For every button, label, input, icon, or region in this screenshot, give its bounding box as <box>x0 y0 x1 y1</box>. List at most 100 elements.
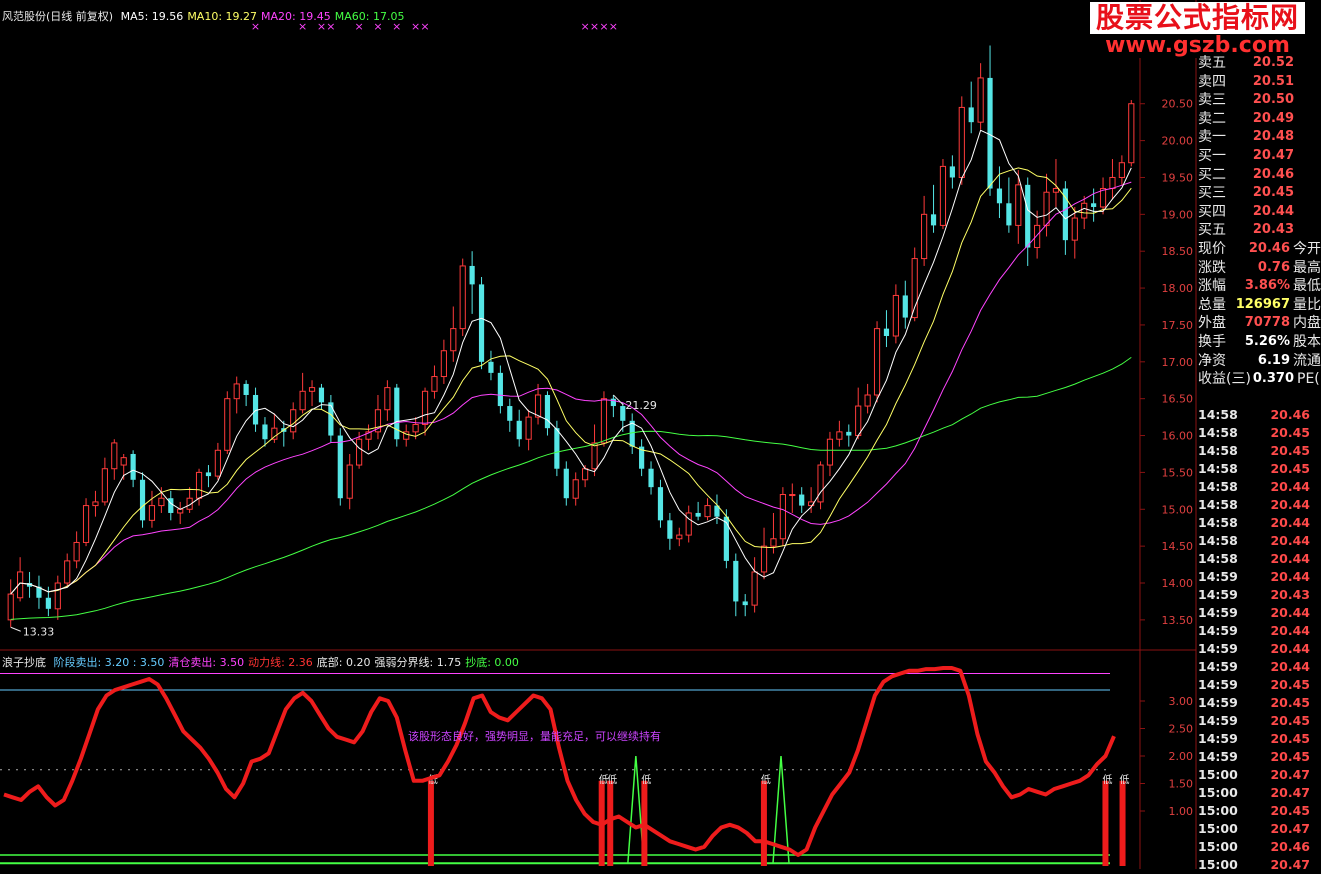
candle-body <box>939 165 947 226</box>
quote-value: 5.26% <box>1244 333 1290 349</box>
quote-label: 卖三 <box>1198 92 1226 109</box>
candle-body <box>214 449 221 477</box>
candle-body <box>855 405 862 437</box>
indicator-panel: 低低低低低低低该股形态良好，强势明显，量能充足，可以继续持有 <box>0 666 1130 866</box>
quote-value: 20.46 <box>1248 240 1290 256</box>
candle-body <box>299 390 306 411</box>
candle-body <box>751 571 758 606</box>
candle-body <box>930 214 937 226</box>
trade-time: 14:58 <box>1198 497 1238 512</box>
quote-panel: 卖五 20.52 卖四 20.51 卖三 20.50 卖二 20.49 卖一 20.48 买一 20.… <box>1198 54 1321 389</box>
candle-body <box>459 265 466 330</box>
y-tick-label: 19.50 <box>1162 171 1194 184</box>
quote-label: 买二 <box>1198 166 1226 183</box>
trade-price: 20.47 <box>1270 857 1310 872</box>
candle-body <box>629 420 635 447</box>
quote-row: 涨跌 0.76 最高 <box>1198 259 1321 278</box>
trade-time: 14:59 <box>1198 731 1238 746</box>
trade-time: 14:58 <box>1198 461 1238 476</box>
candle-body <box>1052 188 1060 193</box>
candle-body <box>394 387 400 440</box>
quote-value: 3.86% <box>1244 278 1290 294</box>
quote-value: 20.49 <box>1252 110 1294 126</box>
trade-price: 20.46 <box>1270 407 1310 422</box>
candle-body <box>836 431 843 440</box>
stock-chart: 13.50 14.00 14.50 15.00 15.50 16.00 16.50 17.00… <box>0 0 1197 869</box>
candle-body <box>996 188 1003 204</box>
quote-label: 换手 <box>1198 333 1226 350</box>
trade-price: 20.47 <box>1270 821 1310 836</box>
bottom-signal-label: 低 <box>1120 773 1130 786</box>
quote-extra-label: 内盘 <box>1293 315 1321 332</box>
candle-body <box>949 166 955 178</box>
price-annotation: 13.33 <box>23 625 55 638</box>
y-tick-label: 15.50 <box>1162 466 1194 479</box>
quote-row: 买四 20.44 <box>1198 203 1321 222</box>
candle-body <box>554 428 560 469</box>
candle-body <box>478 284 485 362</box>
bottom-signal-label: 低 <box>607 773 617 786</box>
trade-row: 14:59 20.45 <box>1198 712 1321 730</box>
quote-label: 现价 <box>1198 240 1226 257</box>
candle-body <box>1043 191 1050 226</box>
trade-time: 14:58 <box>1198 515 1238 530</box>
candle-body <box>195 471 203 499</box>
bottom-signal-bar <box>607 780 614 866</box>
quote-row: 涨幅 3.86% 最低 <box>1198 277 1321 296</box>
candle-body <box>846 431 852 436</box>
quote-row: 换手 5.26% 股本 <box>1198 333 1321 352</box>
trade-price: 20.44 <box>1270 659 1310 674</box>
trade-row: 14:58 20.44 <box>1198 550 1321 568</box>
candle-body <box>1128 103 1135 164</box>
quote-row: 买一 20.47 <box>1198 147 1321 166</box>
quote-value: 20.43 <box>1252 222 1294 238</box>
candle-body <box>676 534 683 540</box>
candle-body <box>610 398 616 407</box>
trade-row: 14:58 20.44 <box>1198 478 1321 496</box>
y-tick-label: 15.00 <box>1162 503 1194 516</box>
legend-item: 强弱分界线: 1.75 <box>374 656 462 669</box>
signal-marker: × <box>599 20 608 33</box>
trade-row: 15:00 20.47 <box>1198 766 1321 784</box>
candle-body <box>168 498 174 513</box>
quote-value: 0.76 <box>1257 259 1290 275</box>
candle-body <box>657 487 664 521</box>
candle-body <box>733 560 739 602</box>
quote-value: 20.45 <box>1252 185 1294 201</box>
candle-body <box>648 468 654 488</box>
trade-row: 14:58 20.45 <box>1198 460 1321 478</box>
trade-row: 14:58 20.45 <box>1198 424 1321 442</box>
trade-time: 14:58 <box>1198 551 1238 566</box>
quote-row: 卖四 20.51 <box>1198 73 1321 92</box>
candle-body <box>582 468 589 481</box>
stock-name-label: 风范股份(日线 前复权) <box>2 10 114 23</box>
candle-body <box>525 416 532 440</box>
candle-body <box>431 376 438 392</box>
quote-value: 6.19 <box>1257 352 1290 368</box>
quote-row: 买三 20.45 <box>1198 184 1321 203</box>
candle-body <box>7 593 14 621</box>
bottom-signal-bar <box>1119 780 1126 866</box>
trade-time: 14:58 <box>1198 479 1238 494</box>
price-legend: 风范股份(日线 前复权) MA5: 19.56 MA10: 19.27 MA20: … <box>2 8 412 24</box>
bottom-signal-bar <box>1102 780 1109 866</box>
quote-row: 总量 126967 量比 <box>1198 296 1321 315</box>
candle-body <box>516 420 522 440</box>
quote-label: 卖五 <box>1198 55 1226 71</box>
quote-extra-label: PE( <box>1297 371 1320 388</box>
y-tick-label: 1.50 <box>1169 778 1194 791</box>
candle-body <box>873 328 881 396</box>
candle-body <box>1071 217 1078 241</box>
candle-body <box>1118 162 1125 178</box>
bottom-signal-bar <box>427 780 434 866</box>
quote-label: 买四 <box>1198 203 1226 220</box>
trade-price: 20.44 <box>1270 515 1310 530</box>
y-tick-label: 18.00 <box>1162 282 1194 295</box>
quote-extra-label: 最低 <box>1293 278 1321 295</box>
trade-price: 20.46 <box>1270 839 1310 854</box>
quote-value: 20.51 <box>1252 73 1294 89</box>
trade-time: 14:59 <box>1198 587 1238 602</box>
candle-body <box>158 497 165 507</box>
price-annotation: 21.29 <box>625 399 657 412</box>
legend-item: 阶段卖出: 3.20 : 3.50 <box>53 656 165 669</box>
